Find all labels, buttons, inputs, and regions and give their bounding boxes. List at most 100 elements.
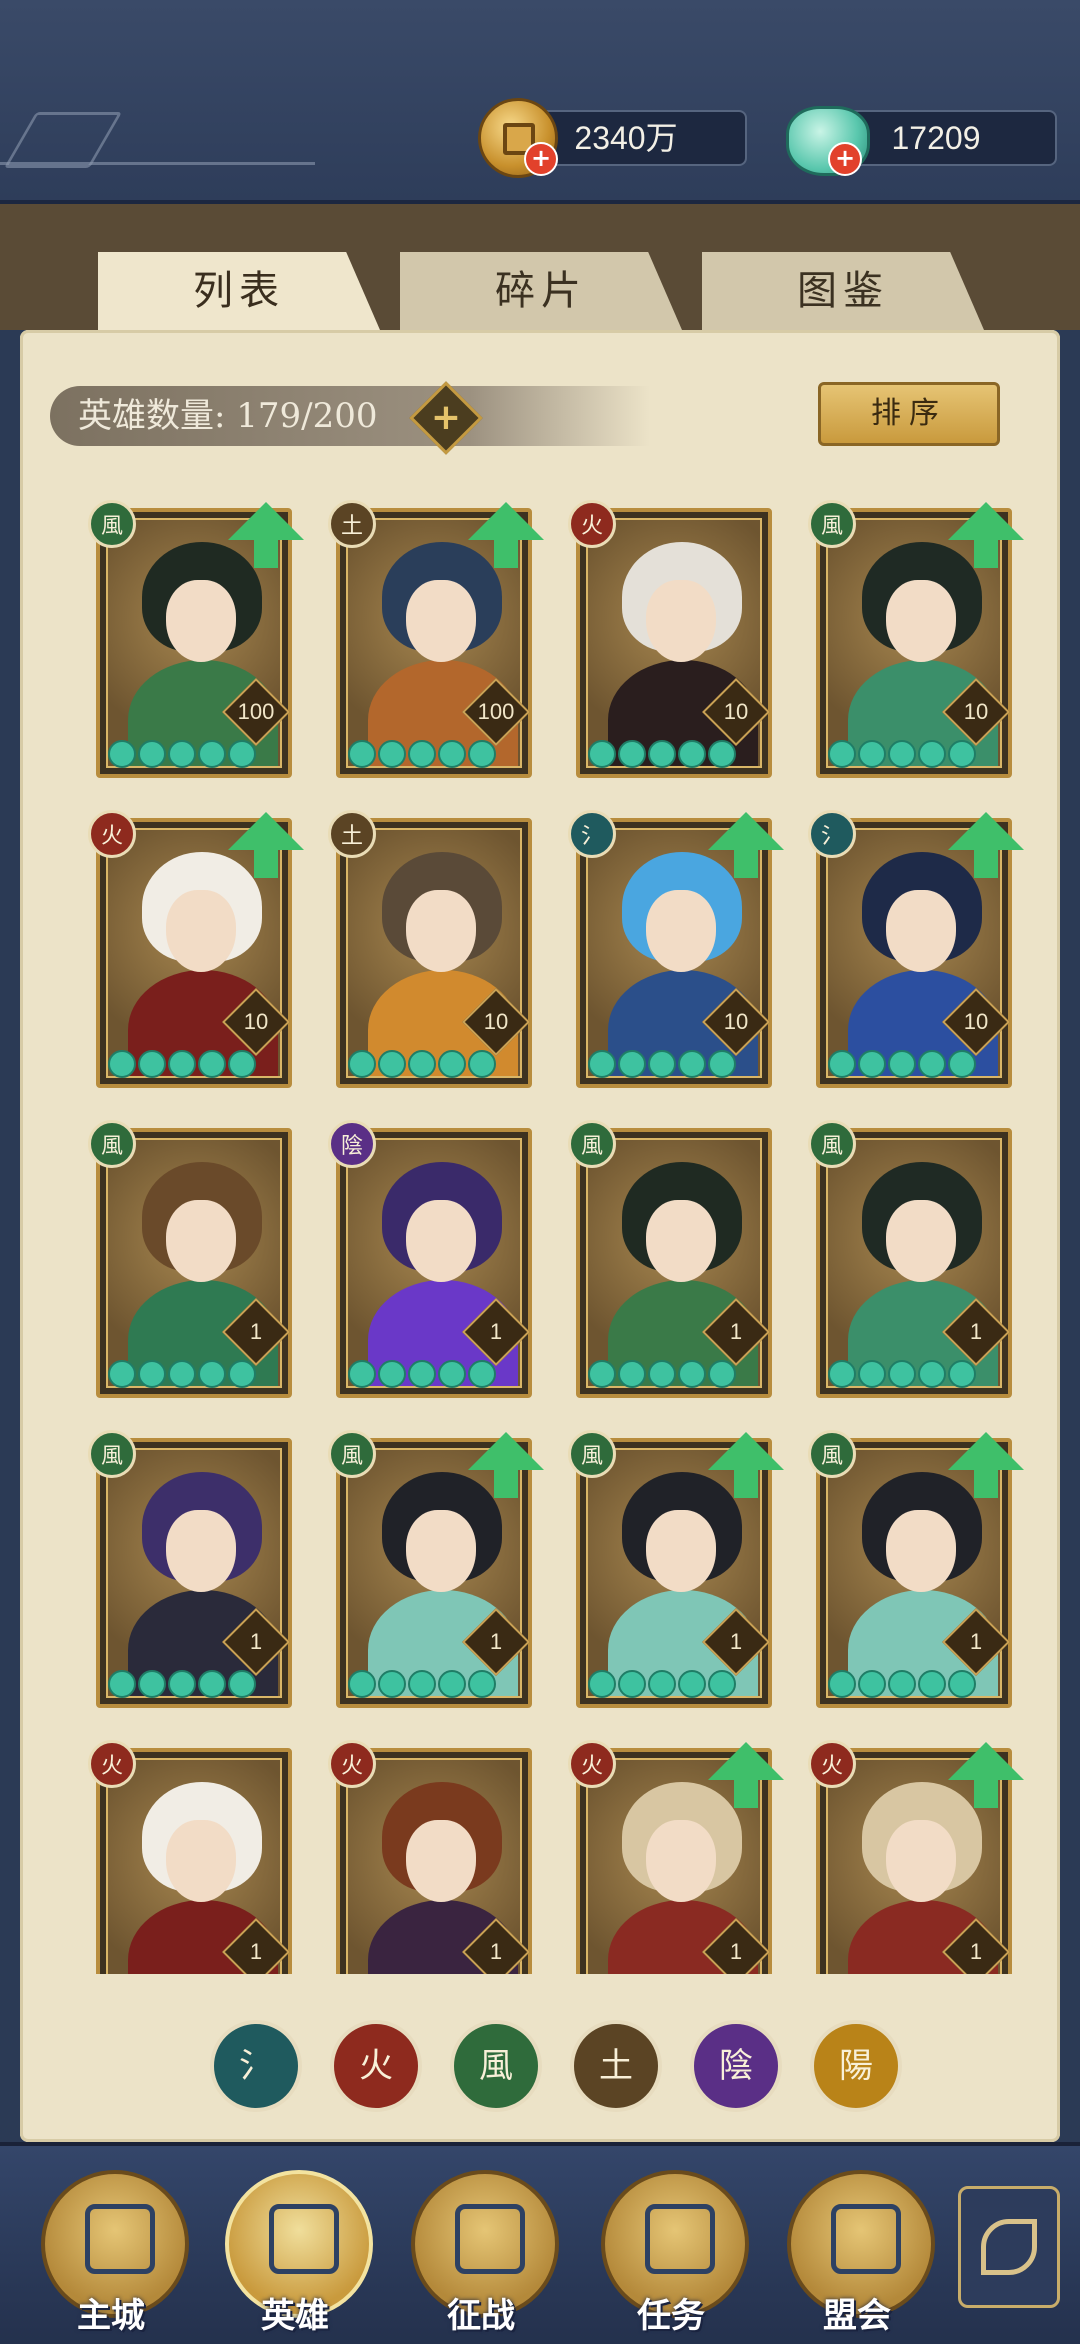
earth-element-icon: 土 (328, 810, 376, 858)
bottom-nav: 主城 英雄 征战 任务 盟会 (0, 2142, 1080, 2344)
alliance-icon (831, 2204, 901, 2274)
jade-star-icon (588, 1360, 616, 1388)
hero-face (646, 890, 716, 972)
jade-star-icon (888, 740, 916, 768)
hero-card[interactable]: 火1 (88, 1740, 292, 1974)
hero-level-value: 10 (963, 1009, 989, 1034)
jade-star-icon (648, 740, 676, 768)
hero-face (166, 580, 236, 662)
hero-star-rating (348, 1670, 496, 1698)
filter-earth-button[interactable]: 土 (570, 2020, 662, 2112)
jade-star-icon (828, 1360, 856, 1388)
jade-star-icon (108, 1360, 136, 1388)
hero-card[interactable]: 風 100 (88, 500, 304, 778)
filter-yin-button[interactable]: 陰 (690, 2020, 782, 2112)
add-gold-icon[interactable]: + (524, 142, 558, 176)
hero-card[interactable]: 氵 10 (568, 810, 784, 1088)
hero-card[interactable]: 火1 (808, 1740, 1024, 1974)
more-menu-button[interactable] (958, 2186, 1060, 2308)
hero-face (406, 1820, 476, 1902)
quest-icon (645, 2204, 715, 2274)
add-jade-icon[interactable]: + (828, 142, 862, 176)
nav-quest-button[interactable]: 任务 (596, 2170, 749, 2336)
jade-star-icon (438, 1050, 466, 1078)
filter-fire-button[interactable]: 火 (330, 2020, 422, 2112)
hero-card[interactable]: 風1 (568, 1430, 784, 1708)
hero-level-value: 100 (477, 699, 515, 724)
hero-face (406, 890, 476, 972)
jade-star-icon (168, 1360, 196, 1388)
jade-currency-value: 17209 (891, 120, 981, 156)
nav-campaign-button[interactable]: 征战 (406, 2170, 559, 2336)
jade-star-icon (828, 1670, 856, 1698)
jade-star-icon (888, 1050, 916, 1078)
tab-fragments[interactable]: 碎片 (400, 252, 682, 330)
hero-star-rating (108, 740, 256, 768)
hero-card[interactable]: 土 100 (328, 500, 544, 778)
wind-element-icon: 風 (568, 1430, 616, 1478)
hero-card[interactable]: 風1 (328, 1430, 544, 1708)
hero-face (886, 1820, 956, 1902)
upgrade-arrow-icon (228, 812, 304, 878)
jade-star-icon (408, 1670, 436, 1698)
hero-level-value: 1 (489, 1319, 503, 1344)
jade-star-icon (468, 1360, 496, 1388)
upgrade-arrow-icon (468, 1432, 544, 1498)
jade-star-icon (648, 1670, 676, 1698)
tab-list[interactable]: 列表 (98, 252, 380, 330)
wind-element-icon: 風 (328, 1430, 376, 1478)
jade-star-icon (378, 1360, 406, 1388)
hero-star-rating (588, 1360, 736, 1388)
fire-element-icon: 火 (808, 1740, 856, 1788)
upgrade-arrow-icon (708, 1432, 784, 1498)
jade-star-icon (168, 1670, 196, 1698)
hero-card[interactable]: 土 10 (328, 810, 532, 1088)
hero-level-value: 10 (483, 1009, 509, 1034)
jade-star-icon (138, 740, 166, 768)
filter-water-button[interactable]: 氵 (210, 2020, 302, 2112)
hero-card[interactable]: 氵 10 (808, 810, 1024, 1088)
filter-wind-button[interactable]: 風 (450, 2020, 542, 2112)
hero-level-value: 1 (729, 1319, 743, 1344)
hero-level-value: 1 (489, 1629, 503, 1654)
hero-star-rating (348, 1050, 496, 1078)
hero-card[interactable]: 火1 (328, 1740, 532, 1974)
jade-star-icon (228, 1050, 256, 1078)
jade-star-icon (348, 1360, 376, 1388)
jade-star-icon (918, 1050, 946, 1078)
hero-face (646, 580, 716, 662)
sort-button[interactable]: 排序 (818, 382, 1000, 446)
hero-card[interactable]: 風1 (808, 1120, 1012, 1398)
jade-star-icon (138, 1670, 166, 1698)
hero-level-value: 1 (729, 1629, 743, 1654)
jade-star-icon (408, 740, 436, 768)
nav-alliance-button[interactable]: 盟会 (782, 2170, 935, 2336)
hero-face (646, 1820, 716, 1902)
jade-star-icon (138, 1360, 166, 1388)
hero-star-rating (348, 1360, 496, 1388)
hero-face (166, 1510, 236, 1592)
hero-card[interactable]: 火 10 (568, 500, 772, 778)
hero-card[interactable]: 火 10 (88, 810, 304, 1088)
top-bar: 2340万 + 17209 + (0, 0, 1080, 204)
upgrade-arrow-icon (468, 502, 544, 568)
hero-card[interactable]: 風1 (808, 1430, 1024, 1708)
hero-card[interactable]: 風1 (88, 1120, 292, 1398)
jade-star-icon (888, 1360, 916, 1388)
jade-star-icon (348, 740, 376, 768)
jade-star-icon (378, 740, 406, 768)
nav-main-city-button[interactable]: 主城 (36, 2170, 189, 2336)
hero-card[interactable]: 風 10 (808, 500, 1024, 778)
nav-hero-button[interactable]: 英雄 (220, 2170, 373, 2336)
jade-star-icon (198, 1050, 226, 1078)
hero-level-value: 1 (489, 1939, 503, 1964)
hero-icon (269, 2204, 339, 2274)
hero-card[interactable]: 風1 (88, 1430, 292, 1708)
upgrade-arrow-icon (228, 502, 304, 568)
hero-card[interactable]: 陰1 (328, 1120, 532, 1398)
wind-element-icon: 風 (88, 500, 136, 548)
hero-card[interactable]: 風1 (568, 1120, 772, 1398)
tab-codex[interactable]: 图鉴 (702, 252, 984, 330)
filter-yang-button[interactable]: 陽 (810, 2020, 902, 2112)
hero-card[interactable]: 火1 (568, 1740, 784, 1974)
